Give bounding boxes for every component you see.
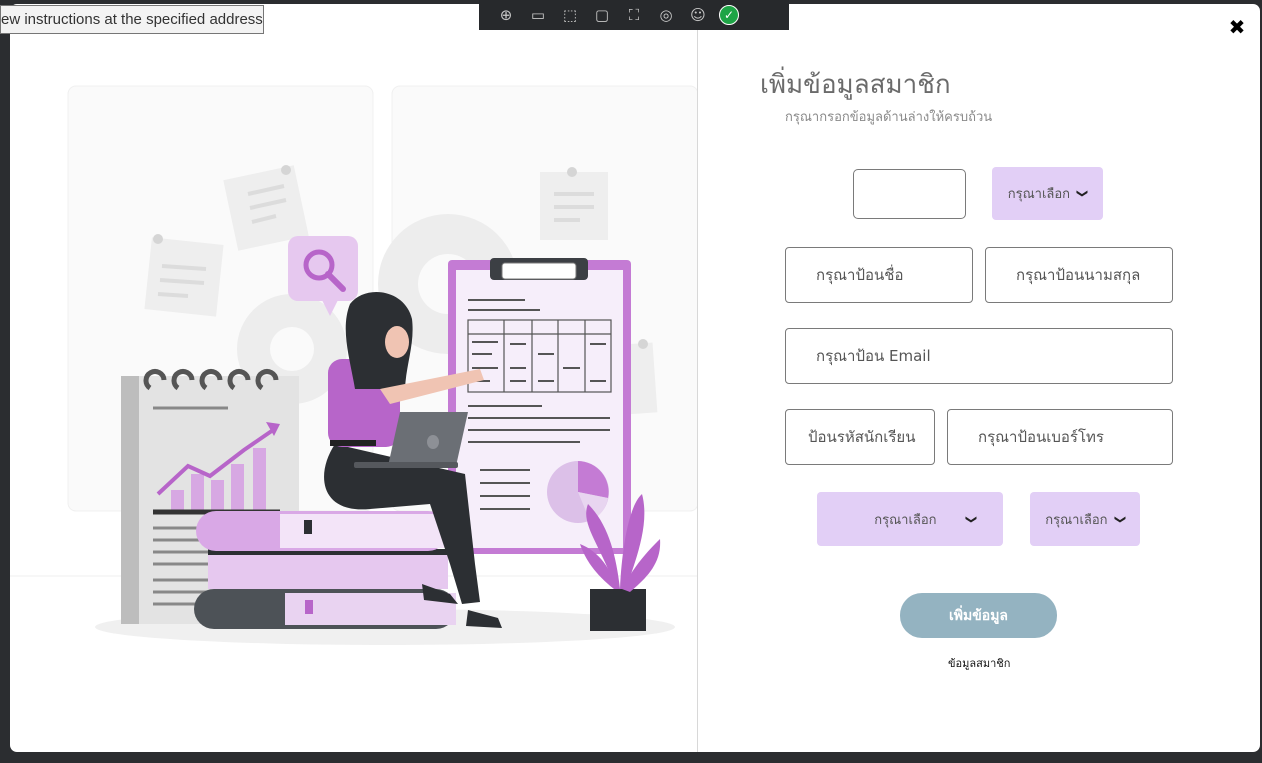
add-data-button[interactable]: เพิ่มข้อมูล [900, 593, 1057, 638]
devtools-toolbar: ⊕ ▭ ⬚ ▢ ⛶ ◎ ☺ ✓ [479, 0, 789, 30]
inspect-icon[interactable]: ⊕ [495, 4, 517, 26]
member-info-link[interactable]: ข้อมูลสมาชิก [948, 654, 1010, 672]
panel-divider [697, 4, 698, 752]
chevron-down-icon: ❯ [964, 514, 978, 524]
close-button[interactable]: ✖ [1226, 16, 1248, 38]
accessibility-icon[interactable]: ◎ [655, 4, 677, 26]
frame-icon[interactable]: ▢ [591, 4, 613, 26]
person-icon[interactable]: ☺ [687, 4, 709, 26]
image-input[interactable] [853, 169, 966, 219]
lastname-input[interactable] [985, 247, 1173, 303]
phone-input[interactable] [947, 409, 1173, 465]
chevron-down-icon: ❯ [1076, 188, 1090, 199]
screenshot-icon[interactable]: ⛶ [623, 4, 645, 26]
firstname-input[interactable] [785, 247, 973, 303]
check-icon[interactable]: ✓ [719, 5, 739, 25]
form-subtitle: กรุณากรอกข้อมูลด้านล่างให้ครบถ้วน [785, 110, 993, 125]
address-tooltip: ew instructions at the specified address [0, 5, 264, 34]
student-id-input[interactable] [785, 409, 935, 465]
form-title: เพิ่มข้อมูลสมาชิก [760, 70, 951, 100]
room-select[interactable]: กรุณาเลือก ❯ [1030, 492, 1140, 546]
study-illustration [10, 85, 698, 645]
class-select-value: กรุณาเลือก [874, 512, 937, 528]
add-member-modal: ✖ เพิ่มข้อมูลสมาชิก กรุณากรอกข้อมูลด้านล… [10, 4, 1260, 752]
device-icon[interactable]: ▭ [527, 4, 549, 26]
room-select-value: กรุณาเลือก [1045, 512, 1108, 528]
class-select[interactable]: กรุณาเลือก ❯ [817, 492, 1003, 546]
email-input[interactable] [785, 328, 1173, 384]
select-icon[interactable]: ⬚ [559, 4, 581, 26]
prefix-select[interactable]: กรุณาเลือก ❯ [992, 167, 1103, 220]
chevron-down-icon: ❯ [1113, 514, 1127, 524]
prefix-select-value: กรุณาเลือก [1007, 187, 1071, 202]
